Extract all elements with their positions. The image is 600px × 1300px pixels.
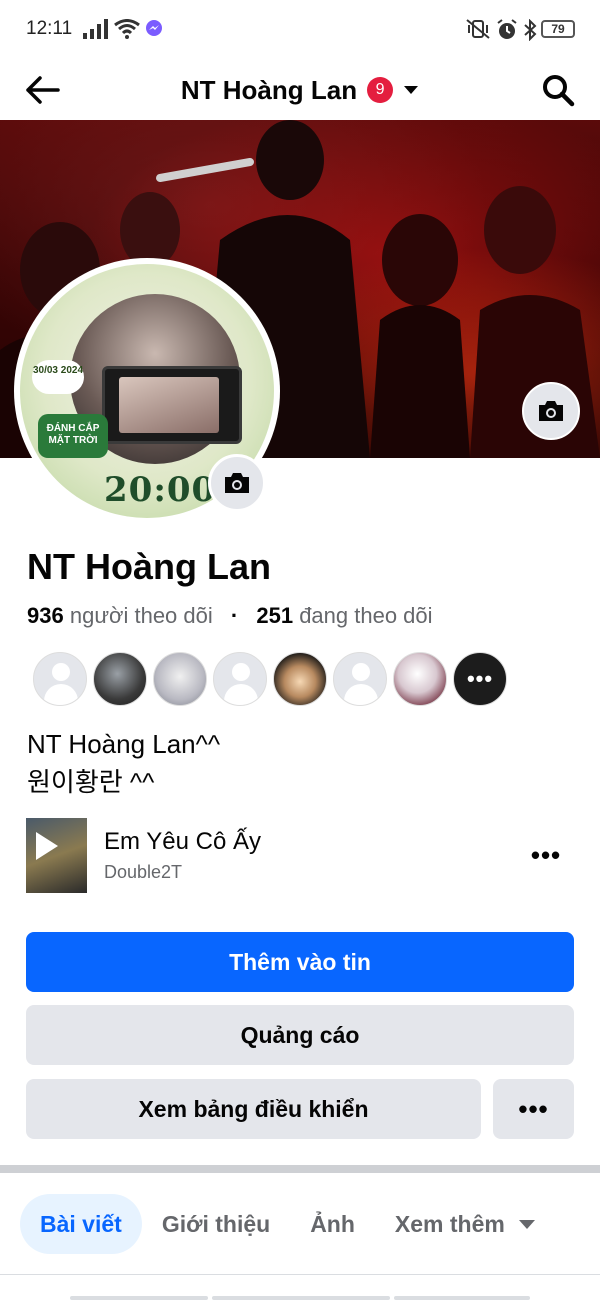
tab-photos[interactable]: Ảnh — [290, 1194, 375, 1254]
search-icon — [543, 75, 575, 107]
separator-dot: · — [230, 603, 239, 628]
tab-posts[interactable]: Bài viết — [20, 1194, 142, 1254]
profile-music[interactable]: Em Yêu Cô Ấy Double2T ••• — [26, 818, 576, 893]
play-icon — [36, 832, 58, 860]
followers-label[interactable]: người theo dõi — [70, 603, 213, 628]
status-bar: 12:11 79 — [0, 0, 600, 60]
content-placeholder — [212, 1296, 390, 1300]
search-button[interactable] — [534, 66, 582, 114]
camera-icon — [225, 473, 249, 493]
follower-avatar[interactable] — [333, 652, 387, 706]
wifi-icon — [114, 19, 140, 39]
status-time: 12:11 — [26, 18, 73, 39]
battery-level: 79 — [551, 22, 565, 36]
signal-icon — [83, 19, 108, 39]
avatar-date: 30/03 2024 — [32, 360, 84, 394]
follower-avatar[interactable] — [93, 652, 147, 706]
messenger-icon — [146, 20, 162, 36]
bio-line: 원이황란 ^^ — [27, 767, 155, 797]
tab-about[interactable]: Giới thiệu — [142, 1194, 290, 1254]
content-placeholder — [394, 1296, 530, 1300]
chevron-down-icon — [518, 1219, 535, 1229]
tab-see-more-label: Xem thêm — [394, 1210, 505, 1237]
follower-avatar[interactable] — [153, 652, 207, 706]
profile-name: NT Hoàng Lan — [27, 546, 271, 587]
content-placeholder — [70, 1296, 208, 1300]
music-artist: Double2T — [104, 862, 183, 882]
section-divider — [0, 1165, 600, 1173]
follow-stats: 936 người theo dõi · 251 đang theo dõi — [27, 603, 433, 629]
follower-avatar[interactable] — [393, 652, 447, 706]
profile-bio: NT Hoàng Lan^^ 원이황란 ^^ — [27, 725, 220, 801]
avatar-clock: 20:00 — [104, 470, 217, 510]
music-album-art — [26, 818, 87, 893]
avatar-camera-device — [102, 366, 242, 444]
alarm-icon — [497, 19, 517, 39]
avatar-device-screen — [119, 377, 219, 433]
chevron-down-icon — [404, 86, 419, 94]
header-title: NT Hoàng Lan — [180, 74, 358, 105]
camera-icon — [539, 401, 563, 421]
bio-line: NT Hoàng Lan^^ — [27, 729, 221, 759]
more-options-button[interactable]: ••• — [493, 1079, 574, 1139]
bluetooth-icon — [524, 19, 537, 41]
battery-icon: 79 — [541, 20, 575, 38]
avatar-camera-button[interactable] — [208, 454, 266, 512]
vibrate-icon — [466, 19, 490, 39]
top-header: NT Hoàng Lan 9 — [0, 60, 600, 120]
following-count[interactable]: 251 — [256, 603, 293, 628]
tabs-bottom-border — [0, 1274, 600, 1275]
music-more-button[interactable]: ••• — [526, 838, 566, 872]
profile-switcher[interactable]: NT Hoàng Lan 9 — [0, 68, 600, 112]
music-title: Em Yêu Cô Ấy — [104, 828, 261, 855]
follower-avatar[interactable] — [213, 652, 267, 706]
ads-button[interactable]: Quảng cáo — [26, 1005, 574, 1065]
follower-avatar[interactable] — [33, 652, 87, 706]
following-label[interactable]: đang theo dõi — [299, 603, 432, 628]
followers-count[interactable]: 936 — [27, 603, 64, 628]
follower-avatars: ••• — [33, 652, 507, 706]
follower-avatar[interactable] — [273, 652, 327, 706]
profile-tabs: Bài viết Giới thiệu Ảnh Xem thêm — [20, 1194, 555, 1254]
more-followers-button[interactable]: ••• — [453, 652, 507, 706]
tab-see-more[interactable]: Xem thêm — [375, 1194, 555, 1254]
view-dashboard-button[interactable]: Xem bảng điều khiển — [26, 1079, 481, 1139]
add-to-story-button[interactable]: Thêm vào tin — [26, 932, 574, 992]
cover-camera-button[interactable] — [522, 382, 580, 440]
notification-badge: 9 — [367, 77, 394, 103]
avatar-event-badge: ĐÁNH CẮP MẶT TRỜI — [38, 414, 108, 458]
